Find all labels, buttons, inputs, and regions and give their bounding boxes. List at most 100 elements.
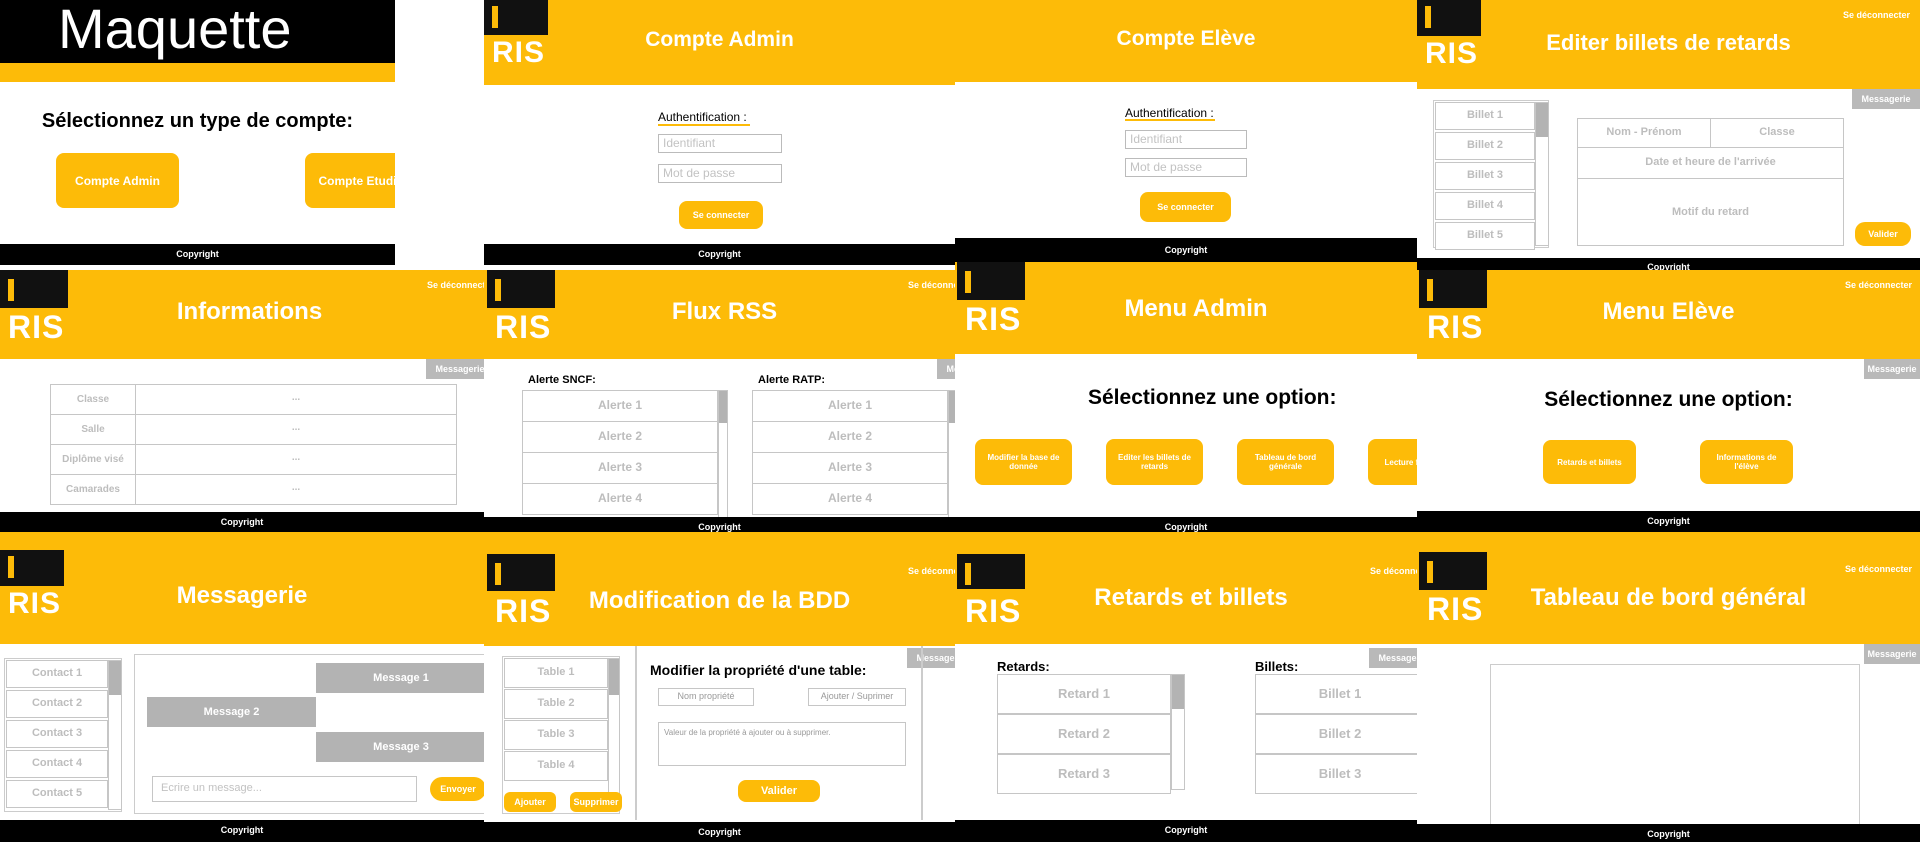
arrival-datetime-field[interactable]: Date et heure de l'arrivée [1577, 147, 1844, 179]
delay-item[interactable]: Retard 1 [997, 674, 1171, 714]
option-heading: Sélectionnez une option: [1088, 386, 1337, 409]
contact-item[interactable]: Contact 1 [6, 660, 108, 688]
messaging-button[interactable]: Messagerie [1864, 644, 1920, 664]
messaging-button[interactable]: Messagerie [1369, 648, 1417, 668]
logout-link[interactable]: Se déconnecter [1370, 566, 1417, 576]
logout-link[interactable]: Se déconnecter [427, 280, 484, 290]
alert-item[interactable]: Alerte 1 [752, 390, 948, 422]
footer: Copyright [955, 820, 1417, 842]
connect-button[interactable]: Se connecter [1140, 192, 1231, 222]
account-type-heading: Sélectionnez un type de compte: [41, 110, 354, 132]
panel-edit-tickets: RIS Editer billets de retards Se déconne… [1417, 0, 1920, 270]
ticket-item[interactable]: Billet 3 [1255, 754, 1417, 794]
panel-rss: RIS Flux RSS Se déconnecter Messagerie A… [484, 270, 955, 532]
admin-account-button[interactable]: Compte Admin [56, 153, 179, 208]
messaging-button[interactable]: Messagerie [1852, 89, 1920, 109]
contact-scrollbar[interactable] [108, 660, 122, 810]
page-title: Editer billets de retards [1546, 30, 1791, 55]
send-button[interactable]: Envoyer [430, 777, 484, 801]
page-title: Tableau de bord général [1530, 584, 1807, 611]
alert-item[interactable]: Alerte 4 [752, 483, 948, 515]
table-item[interactable]: Table 1 [504, 658, 608, 688]
info-value: ... [135, 474, 457, 505]
class-field[interactable]: Classe [1710, 118, 1844, 148]
name-field[interactable]: Nom - Prénom [1577, 118, 1711, 148]
panel-admin-login: RIS Compte Admin Authentification : Iden… [484, 0, 955, 270]
delay-item[interactable]: Retard 2 [997, 714, 1171, 754]
option-retards-billets[interactable]: Retards et billets [1543, 440, 1636, 484]
sncf-scrollbar[interactable] [718, 390, 728, 532]
table-item[interactable]: Table 4 [504, 751, 608, 781]
panel-informations: RIS Informations Se déconnecter Messager… [0, 270, 484, 532]
alert-item[interactable]: Alerte 1 [522, 390, 718, 422]
auth-label: Authentification : [658, 110, 747, 124]
ticket-item[interactable]: Billet 2 [1435, 132, 1535, 160]
logout-link[interactable]: Se déconnecter [1845, 564, 1912, 574]
reason-field[interactable]: Motif du retard [1577, 178, 1844, 246]
delete-table-button[interactable]: Supprimer [570, 792, 622, 812]
ticket-item[interactable]: Billet 1 [1255, 674, 1417, 714]
messaging-button[interactable]: Messagerie [937, 359, 955, 379]
admin-option-button[interactable]: Tableau de bord générale [1237, 439, 1334, 485]
panel-dashboard: RIS Tableau de bord général Se déconnect… [1417, 532, 1920, 842]
password-input[interactable]: Mot de passe [1125, 158, 1247, 177]
iris-logo: RIS [0, 550, 64, 620]
panel-delays: RIS Retards et billets Se déconnecter Me… [955, 532, 1417, 842]
password-input[interactable]: Mot de passe [658, 164, 782, 183]
page-title: Retards et billets [1094, 584, 1288, 611]
messaging-button[interactable]: Messagerie [426, 359, 484, 379]
alert-item[interactable]: Alerte 2 [522, 421, 718, 453]
footer: Copyright [1417, 258, 1920, 270]
messaging-button[interactable]: Messagerie [907, 648, 955, 668]
delay-item[interactable]: Retard 3 [997, 754, 1171, 794]
ticket-item[interactable]: Billet 2 [1255, 714, 1417, 754]
ticket-item[interactable]: Billet 5 [1435, 222, 1535, 250]
alert-item[interactable]: Alerte 2 [752, 421, 948, 453]
panel-maquette: Maquette Sélectionnez un type de compte:… [0, 0, 395, 270]
property-value-input[interactable]: Valeur de la propriété à ajouter ou à su… [658, 722, 906, 766]
page-title: Menu Admin [1124, 295, 1268, 322]
page-title: Messagerie [176, 582, 308, 609]
auth-underline [1125, 119, 1215, 121]
admin-option-button[interactable]: Editer les billets de retards [1106, 439, 1203, 485]
table-item[interactable]: Table 2 [504, 689, 608, 719]
ratp-scrollbar[interactable] [948, 390, 955, 532]
ticket-item[interactable]: Billet 3 [1435, 162, 1535, 190]
logout-link[interactable]: Se déconnecter [908, 566, 955, 576]
connect-button[interactable]: Se connecter [679, 201, 763, 229]
contact-item[interactable]: Contact 2 [6, 690, 108, 718]
info-label: Diplôme visé [50, 444, 136, 475]
id-input[interactable]: Identifiant [1125, 130, 1247, 149]
ticket-item[interactable]: Billet 4 [1435, 192, 1535, 220]
ticket-scrollbar[interactable] [1535, 102, 1549, 246]
logout-link[interactable]: Se déconnecter [908, 280, 955, 290]
option-student-info[interactable]: Informations de l'élève [1700, 440, 1793, 484]
delays-scrollbar[interactable] [1171, 674, 1185, 790]
validate-button[interactable]: Valider [738, 780, 820, 802]
contact-item[interactable]: Contact 4 [6, 750, 108, 778]
admin-option-button[interactable]: Lecture flux RSS [1368, 439, 1417, 485]
validate-button[interactable]: Valider [1855, 222, 1911, 246]
table-scrollbar[interactable] [608, 658, 620, 808]
alert-item[interactable]: Alerte 4 [522, 483, 718, 515]
contact-item[interactable]: Contact 5 [6, 780, 108, 808]
message-input[interactable]: Ecrire un message... [152, 776, 417, 802]
logout-link[interactable]: Se déconnecter [1843, 10, 1910, 20]
property-name-input[interactable]: Nom propriété [658, 688, 754, 706]
alert-item[interactable]: Alerte 3 [522, 452, 718, 484]
admin-option-button[interactable]: Modifier la base de donnée [975, 439, 1072, 485]
messaging-button[interactable]: Messagerie [1864, 359, 1920, 379]
logout-link[interactable]: Se déconnecter [1845, 280, 1912, 290]
page-title: Modification de la BDD [588, 587, 851, 614]
dashboard-area [1490, 664, 1860, 834]
tickets-label: Billets: [1255, 659, 1299, 674]
alert-item[interactable]: Alerte 3 [752, 452, 948, 484]
contact-item[interactable]: Contact 3 [6, 720, 108, 748]
add-table-button[interactable]: Ajouter [504, 792, 556, 812]
add-delete-select[interactable]: Ajouter / Suprimer [808, 688, 906, 706]
student-account-button[interactable]: Compte Etudiant [305, 153, 395, 208]
footer: Copyright [484, 244, 955, 265]
table-item[interactable]: Table 3 [504, 720, 608, 750]
id-input[interactable]: Identifiant [658, 134, 782, 153]
ticket-item[interactable]: Billet 1 [1435, 102, 1535, 130]
